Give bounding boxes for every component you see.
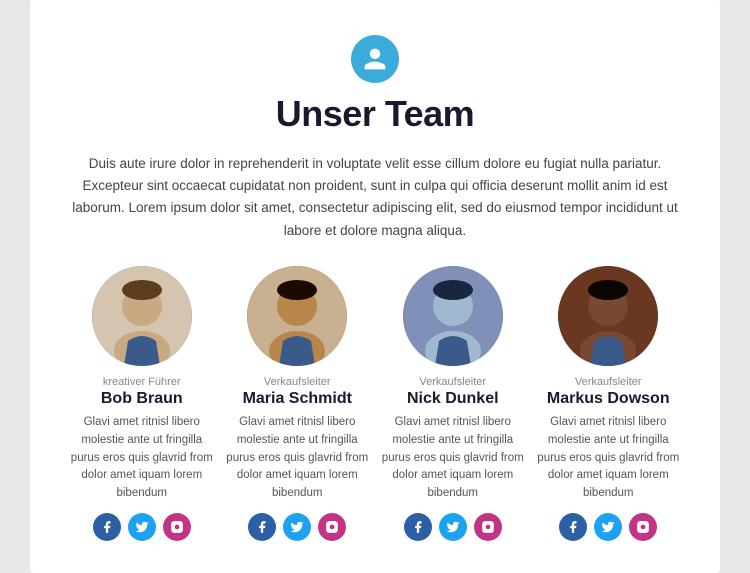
twitter-icon[interactable]: [128, 513, 156, 541]
member-role: Verkaufsleiter: [419, 376, 486, 388]
facebook-icon[interactable]: [248, 513, 276, 541]
facebook-icon[interactable]: [93, 513, 121, 541]
twitter-icon[interactable]: [283, 513, 311, 541]
team-member: Verkaufsleiter Markus Dowson Glavi amet …: [537, 266, 681, 541]
instagram-icon[interactable]: [474, 513, 502, 541]
member-bio: Glavi amet ritnisl libero molestie ante …: [381, 414, 525, 503]
social-links: [559, 513, 657, 541]
member-role: Verkaufsleiter: [575, 376, 642, 388]
avatar: [558, 266, 658, 366]
social-links: [248, 513, 346, 541]
member-name: Bob Braun: [101, 390, 183, 408]
member-role: kreativer Führer: [103, 376, 181, 388]
social-links: [93, 513, 191, 541]
facebook-icon[interactable]: [404, 513, 432, 541]
section-header: Unser Team: [70, 35, 680, 135]
social-links: [404, 513, 502, 541]
team-member: kreativer Führer Bob Braun Glavi amet ri…: [70, 266, 214, 541]
twitter-icon[interactable]: [594, 513, 622, 541]
avatar: [403, 266, 503, 366]
member-bio: Glavi amet ritnisl libero molestie ante …: [226, 414, 370, 503]
team-icon-circle: [351, 35, 399, 83]
team-grid: kreativer Führer Bob Braun Glavi amet ri…: [70, 266, 680, 541]
instagram-icon[interactable]: [629, 513, 657, 541]
member-bio: Glavi amet ritnisl libero molestie ante …: [537, 414, 681, 503]
team-member: Verkaufsleiter Nick Dunkel Glavi amet ri…: [381, 266, 525, 541]
twitter-icon[interactable]: [439, 513, 467, 541]
avatar: [247, 266, 347, 366]
avatar: [92, 266, 192, 366]
facebook-icon[interactable]: [559, 513, 587, 541]
person-icon: [362, 46, 388, 72]
team-card: Unser Team Duis aute irure dolor in repr…: [30, 0, 720, 573]
member-bio: Glavi amet ritnisl libero molestie ante …: [70, 414, 214, 503]
member-name: Markus Dowson: [547, 390, 670, 408]
instagram-icon[interactable]: [318, 513, 346, 541]
intro-paragraph: Duis aute irure dolor in reprehenderit i…: [70, 153, 680, 242]
team-member: Verkaufsleiter Maria Schmidt Glavi amet …: [226, 266, 370, 541]
member-name: Maria Schmidt: [243, 390, 352, 408]
instagram-icon[interactable]: [163, 513, 191, 541]
member-role: Verkaufsleiter: [264, 376, 331, 388]
page-title: Unser Team: [70, 93, 680, 135]
member-name: Nick Dunkel: [407, 390, 499, 408]
